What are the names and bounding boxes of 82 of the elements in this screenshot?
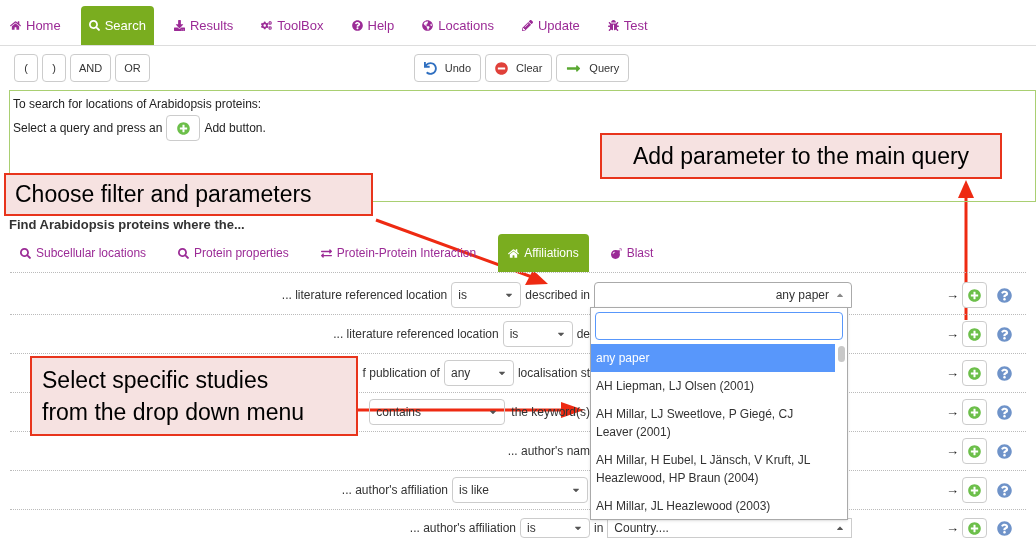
- nav-tab[interactable]: Home: [2, 6, 69, 45]
- home-icon: [10, 20, 21, 31]
- callout: Choose filter and parameters: [4, 173, 373, 216]
- callout: Add parameter to the main query: [600, 133, 1002, 179]
- add-button[interactable]: [962, 477, 987, 503]
- add-button[interactable]: [962, 518, 987, 538]
- help-icon[interactable]: [997, 520, 1012, 536]
- operator-select[interactable]: is like: [452, 477, 588, 503]
- search-icon: [178, 247, 190, 259]
- arrow-symbol: →: [946, 519, 959, 538]
- country-field[interactable]: Country....: [607, 518, 852, 538]
- logic-button[interactable]: (: [14, 54, 38, 82]
- operator-select[interactable]: is: [520, 518, 590, 538]
- filter-tab[interactable]: Subcellular locations: [10, 234, 157, 272]
- nav-tab[interactable]: Test: [599, 6, 656, 45]
- arrow-symbol: →: [946, 325, 959, 344]
- arrow-symbol: →: [946, 442, 959, 461]
- action-button[interactable]: Undo: [413, 54, 482, 82]
- query-text: To search for locations of Arabidopsis proteins:: [13, 96, 263, 113]
- dropdown-option[interactable]: AH Millar, JL Heazlewood (2003): [591, 492, 835, 519]
- filter-label: ... literature referenced location: [281, 287, 448, 304]
- help-icon[interactable]: [997, 287, 1012, 303]
- dropdown-option[interactable]: AH Millar, H Eubel, L Jänsch, V Kruft, JL Heazlewood, HP Braun (2004): [591, 446, 835, 492]
- search-icon: [20, 247, 31, 259]
- logic-button[interactable]: AND: [70, 54, 112, 82]
- pencil-icon: [521, 20, 533, 31]
- filter-label: ... author's affiliation: [409, 520, 516, 537]
- arrow-symbol: →: [946, 403, 959, 422]
- query-text: Add button.: [204, 120, 266, 137]
- filter-label: ... author's affiliation: [341, 482, 448, 499]
- add-button[interactable]: [962, 360, 987, 386]
- help-icon[interactable]: [997, 404, 1012, 420]
- action-button[interactable]: Query: [556, 54, 630, 82]
- filter-label: ... author's nam: [507, 443, 590, 460]
- dropdown-search-field[interactable]: [595, 312, 843, 340]
- filter-label: de: [576, 326, 590, 343]
- filter-label: localisation st: [517, 365, 590, 382]
- help-icon: [351, 20, 363, 31]
- nav-tab[interactable]: ToolBox: [253, 6, 332, 45]
- add-button[interactable]: [962, 438, 987, 464]
- globe-icon: [422, 20, 434, 31]
- logic-button[interactable]: OR: [115, 54, 150, 82]
- gears-icon: [261, 20, 273, 31]
- add-button[interactable]: [166, 115, 201, 141]
- filter-tab[interactable]: Blast: [600, 234, 664, 272]
- filter-label: in: [594, 520, 604, 537]
- add-button[interactable]: [962, 282, 987, 308]
- download-icon: [173, 20, 185, 31]
- nav-tab[interactable]: Locations: [414, 6, 502, 45]
- filter-tab[interactable]: Protein properties: [168, 234, 299, 272]
- callout: Select specific studies from the drop down menu: [30, 356, 358, 436]
- paper-combobox[interactable]: any paper: [594, 282, 852, 308]
- action-button[interactable]: Clear: [485, 54, 553, 82]
- nav-tab[interactable]: Help: [343, 6, 403, 45]
- help-icon[interactable]: [997, 365, 1012, 381]
- operator-select[interactable]: is: [451, 282, 522, 308]
- search-icon: [88, 20, 100, 31]
- filter-label: ... literature referenced location: [333, 326, 499, 343]
- operator-select[interactable]: any: [443, 360, 514, 386]
- home-icon: [508, 247, 520, 259]
- undo-icon: [423, 61, 437, 75]
- help-icon[interactable]: [997, 443, 1012, 459]
- help-icon[interactable]: [997, 482, 1012, 498]
- help-icon[interactable]: [997, 326, 1012, 342]
- arrow-symbol: →: [946, 286, 959, 305]
- nav-tab[interactable]: Results: [165, 6, 242, 45]
- dropdown-option[interactable]: AH Liepman, LJ Olsen (2001): [591, 372, 835, 400]
- arrow-symbol: →: [946, 481, 959, 500]
- query-text: Select a query and press an: [13, 120, 163, 137]
- section-heading: Find Arabidopsis proteins where the...: [9, 217, 246, 233]
- logic-button[interactable]: ): [42, 54, 66, 82]
- filter-label: described in: [525, 287, 590, 304]
- add-button[interactable]: [962, 399, 987, 425]
- bug-icon: [607, 20, 619, 31]
- operator-select[interactable]: is: [502, 321, 573, 347]
- exchange-icon: [320, 247, 332, 259]
- nav-tab[interactable]: Update: [513, 6, 588, 45]
- dropdown-option[interactable]: AH Millar, LJ Sweetlove, P Giegé, CJ Leaver (2001): [591, 400, 835, 446]
- add-button[interactable]: [962, 321, 987, 347]
- bomb-icon: [610, 247, 622, 259]
- arrow-symbol: →: [946, 364, 959, 383]
- filter-label: f publication of: [362, 365, 440, 382]
